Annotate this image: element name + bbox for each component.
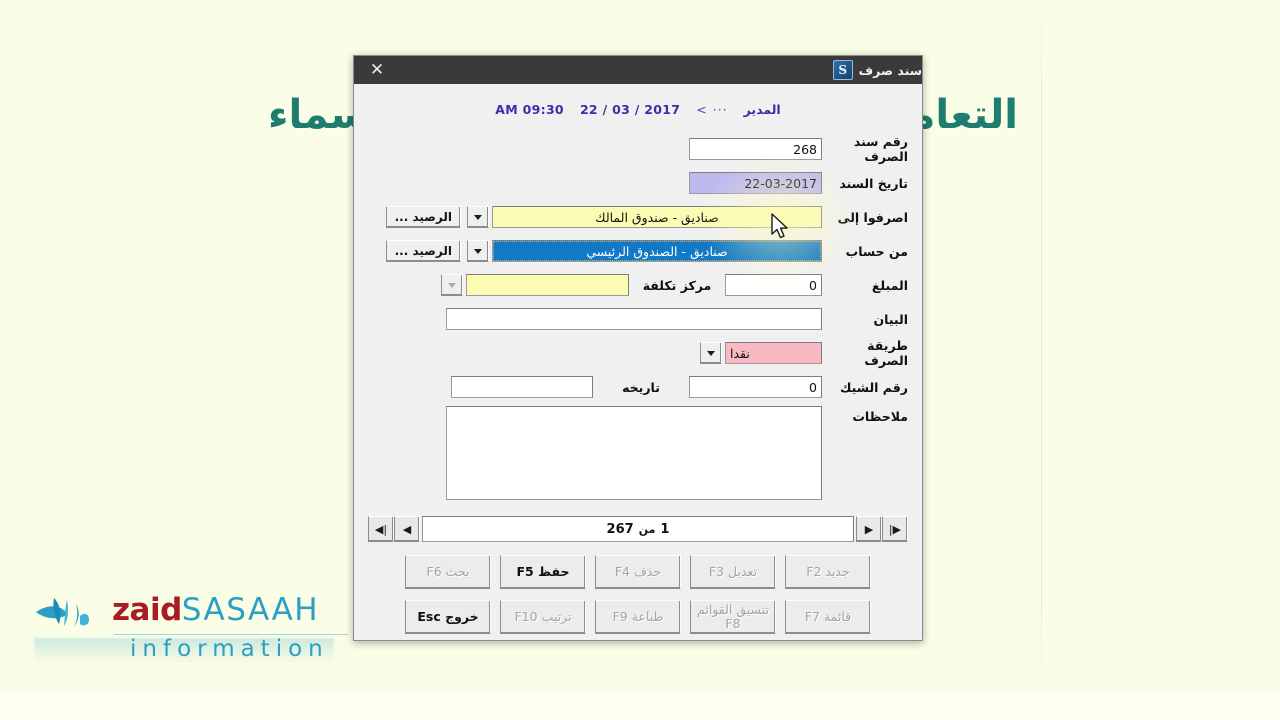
- row-notes: ملاحظات: [368, 406, 908, 500]
- save-button[interactable]: حفظ F5: [500, 555, 586, 589]
- logo-mark-icon: [36, 598, 89, 626]
- pay-to-input[interactable]: صناديق - صندوق المالك: [492, 206, 822, 228]
- app-icon: S: [832, 60, 853, 80]
- record-total: 267: [606, 521, 634, 537]
- format-lists-button[interactable]: تنسيق القوائم F8: [690, 600, 776, 634]
- background-edge-line: [1041, 0, 1042, 690]
- pay-to-dropdown-chevron-down-icon[interactable]: [467, 206, 489, 228]
- logo-wordmark: zaidSASAAH: [112, 592, 319, 628]
- logo-word-sasaah: SASAAH: [181, 592, 320, 628]
- amount-input[interactable]: 0: [725, 274, 822, 296]
- new-button[interactable]: جديد F2: [785, 555, 871, 589]
- label-voucher-number: رقم سند الصرف: [853, 134, 908, 164]
- record-navigator: ▶| ▶ 1 من 267 ◀ |◀: [368, 514, 908, 544]
- notes-textarea[interactable]: [446, 406, 822, 500]
- record-position-field[interactable]: 1 من 267: [422, 516, 854, 542]
- cost-center-dropdown-chevron-down-icon[interactable]: [441, 274, 463, 296]
- print-button[interactable]: طباعة F9: [595, 600, 681, 634]
- sort-button[interactable]: ترتيب F10: [500, 600, 586, 634]
- row-statement: البيان: [368, 304, 908, 334]
- from-account-input[interactable]: صناديق - الصندوق الرئيسي: [492, 240, 822, 262]
- last-record-icon[interactable]: ▶|: [882, 516, 908, 542]
- header-user: المدير: [743, 101, 781, 117]
- label-amount: المبلغ: [871, 277, 908, 293]
- background-bottom-band: [0, 690, 1280, 720]
- row-cheque: رقم الشيك 0 تاريخه: [368, 372, 908, 402]
- delete-button[interactable]: حذف F4: [595, 555, 681, 589]
- action-button-row-1: جديد F2 تعديل F3 حذف F4 حفظ F5 بحث F6: [354, 555, 922, 589]
- dialog-title: سند صرف: [858, 62, 922, 78]
- cost-center-input[interactable]: [466, 274, 629, 296]
- label-pay-to: اصرفوا إلى: [837, 209, 908, 225]
- record-current: 1: [660, 521, 670, 537]
- label-voucher-date: تاريخ السند: [839, 175, 908, 191]
- statement-input[interactable]: [446, 308, 822, 330]
- edit-button[interactable]: تعديل F3: [690, 555, 776, 589]
- list-button[interactable]: قائمة F7: [785, 600, 871, 634]
- label-from-account: من حساب: [845, 243, 908, 259]
- header-date: 2017 / 03 / 22: [579, 101, 681, 117]
- logo-reflection: [34, 638, 334, 664]
- voucher-date-input[interactable]: 22-03-2017: [689, 172, 822, 194]
- label-cheque-date: تاريخه: [622, 379, 660, 395]
- record-of-label: من: [638, 522, 656, 536]
- from-account-dropdown-chevron-down-icon[interactable]: [467, 240, 489, 262]
- label-cost-center: مركز تكلفة: [642, 277, 712, 293]
- exit-button[interactable]: خروج Esc: [405, 600, 491, 634]
- label-statement: البيان: [873, 311, 908, 327]
- cheque-number-input[interactable]: 0: [689, 376, 822, 398]
- header-stamp: المدير ··· > 2017 / 03 / 22 AM 09:30: [354, 84, 922, 126]
- brand-logo: zaidSASAAH information: [34, 592, 354, 666]
- disbursement-voucher-dialog: S سند صرف ✕ المدير ··· > 2017 / 03 / 22 …: [353, 55, 923, 641]
- logo-word-zaid: zaid: [112, 592, 182, 628]
- label-notes: ملاحظات: [852, 409, 908, 424]
- row-voucher-number: رقم سند الصرف 268: [368, 134, 908, 164]
- label-cheque-number: رقم الشيك: [840, 379, 908, 395]
- row-voucher-date: تاريخ السند 22-03-2017: [368, 168, 908, 198]
- row-pay-to: اصرفوا إلى صناديق - صندوق المالك الرصيد …: [368, 202, 908, 232]
- pay-to-balance-button[interactable]: الرصيد ...: [385, 206, 461, 228]
- from-account-balance-button[interactable]: الرصيد ...: [385, 240, 461, 262]
- action-button-row-2: قائمة F7 تنسيق القوائم F8 طباعة F9 ترتيب…: [354, 600, 922, 634]
- form-area: رقم سند الصرف 268 تاريخ السند 22-03-2017…: [354, 126, 922, 500]
- search-button[interactable]: بحث F6: [405, 555, 491, 589]
- cheque-date-input[interactable]: [451, 376, 593, 398]
- first-record-icon[interactable]: |◀: [368, 516, 394, 542]
- next-record-icon[interactable]: ▶: [856, 516, 882, 542]
- pay-method-dropdown-chevron-down-icon[interactable]: [700, 342, 722, 364]
- close-icon[interactable]: ✕: [354, 56, 400, 84]
- dialog-titlebar[interactable]: S سند صرف ✕: [354, 56, 922, 84]
- label-pay-method: طريقة الصرف: [864, 338, 908, 368]
- previous-record-icon[interactable]: ◀: [394, 516, 420, 542]
- header-time: AM 09:30: [495, 101, 564, 117]
- header-separator: ··· >: [696, 101, 728, 117]
- logo-divider: [114, 634, 348, 635]
- row-amount-cost-center: المبلغ 0 مركز تكلفة: [368, 270, 908, 300]
- row-pay-method: طريقة الصرف نقدا: [368, 338, 908, 368]
- row-from-account: من حساب صناديق - الصندوق الرئيسي الرصيد …: [368, 236, 908, 266]
- voucher-number-input[interactable]: 268: [689, 138, 822, 160]
- pay-method-input[interactable]: نقدا: [725, 342, 822, 364]
